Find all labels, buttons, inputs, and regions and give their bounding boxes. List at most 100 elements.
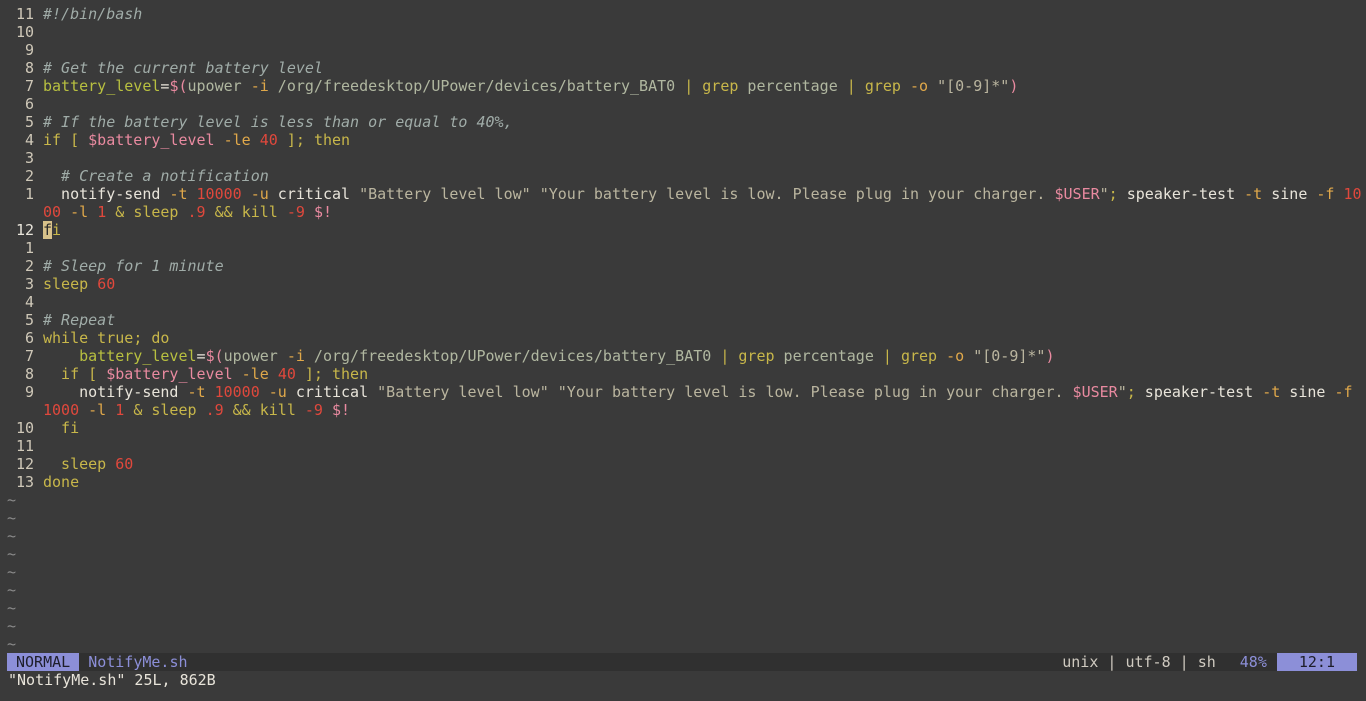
code-token: speaker-test xyxy=(1126,185,1245,203)
code-line[interactable]: 6 while true; do xyxy=(0,329,1366,347)
line-number: 10 xyxy=(15,419,34,437)
code-token: 1 xyxy=(115,401,125,419)
code-line[interactable]: 5 # If the battery level is less than or … xyxy=(0,113,1366,131)
code-token: -o xyxy=(909,77,929,95)
code-token: sleep xyxy=(133,203,179,221)
code-line[interactable]: 11 #!/bin/bash xyxy=(0,5,1366,23)
code-token: # If the battery level is less than or e… xyxy=(43,113,513,131)
code-token: -t xyxy=(1262,383,1281,401)
code-token: ) xyxy=(1045,347,1055,365)
code-token: battery_level xyxy=(43,77,161,95)
code-token: "[0-9]*" xyxy=(928,77,1010,95)
code-token: -f xyxy=(1316,185,1335,203)
code-token: .9 xyxy=(187,203,206,221)
code-token: -f xyxy=(1334,383,1353,401)
line-number: 2 xyxy=(24,257,34,275)
code-token: -9 xyxy=(286,203,305,221)
line-number: 2 xyxy=(24,167,34,185)
tilde-marker: ~ xyxy=(7,563,17,581)
line-number: 7 xyxy=(24,347,34,365)
code-token: do xyxy=(151,329,170,347)
empty-buffer-line: ~ xyxy=(0,635,1366,653)
code-line[interactable]: 12 fi xyxy=(0,221,1366,239)
code-token: -t xyxy=(169,185,188,203)
code-token: -l xyxy=(88,401,107,419)
code-line[interactable]: 10 fi xyxy=(0,419,1366,437)
code-token: 60 xyxy=(97,275,116,293)
tilde-marker: ~ xyxy=(7,527,17,545)
code-line[interactable]: 12 sleep 60 xyxy=(0,455,1366,473)
code-line[interactable]: 7 battery_level=$(upower -i /org/freedes… xyxy=(0,347,1366,365)
code-line[interactable]: 1 notify-send -t 10000 -u critical "Batt… xyxy=(0,185,1366,203)
status-line: NORMAL NotifyMe.sh unix | utf-8 | sh 48%… xyxy=(7,653,1357,671)
line-number: 1 xyxy=(24,185,34,203)
code-line[interactable]: 8 # Get the current battery level xyxy=(0,59,1366,77)
code-line[interactable]: 8 if [ $battery_level -le 40 ]; then xyxy=(0,365,1366,383)
status-right: unix | utf-8 | sh 48% 12:1 xyxy=(1062,653,1357,671)
code-line[interactable]: 3 sleep 60 xyxy=(0,275,1366,293)
code-line[interactable]: 1 xyxy=(0,239,1366,257)
code-token: # Create a notification xyxy=(43,167,269,185)
code-line[interactable]: 13 done xyxy=(0,473,1366,491)
code-token: && xyxy=(214,203,233,221)
code-token: = xyxy=(196,347,206,365)
command-line[interactable]: "NotifyMe.sh" 25L, 862B xyxy=(8,671,216,689)
code-token: "Your battery level is low. Please plug … xyxy=(539,185,1055,203)
code-token: grep xyxy=(702,77,739,95)
code-line[interactable]: 4 if [ $battery_level -le 40 ]; then xyxy=(0,131,1366,149)
code-line[interactable]: 9 xyxy=(0,41,1366,59)
code-line[interactable]: 3 xyxy=(0,149,1366,167)
code-token: ; xyxy=(1126,383,1145,401)
file-format-info: unix | utf-8 | sh xyxy=(1062,653,1216,671)
code-token: | xyxy=(684,77,694,95)
code-token: fi xyxy=(43,419,80,437)
code-token: then xyxy=(332,365,369,383)
code-token: #!/bin/bash xyxy=(43,5,143,23)
empty-buffer-line: ~ xyxy=(0,545,1366,563)
tilde-marker: ~ xyxy=(7,581,17,599)
line-number: 7 xyxy=(24,77,34,95)
empty-buffer-line: ~ xyxy=(0,563,1366,581)
code-line[interactable]: 10 xyxy=(0,23,1366,41)
code-token: percentage xyxy=(738,77,847,95)
code-token: $! xyxy=(313,203,332,221)
empty-buffer-line: ~ xyxy=(0,599,1366,617)
code-token: 10000 xyxy=(214,383,260,401)
code-line[interactable]: 7 battery_level=$(upower -i /org/freedesk… xyxy=(0,77,1366,95)
code-line[interactable]: 5 # Repeat xyxy=(0,311,1366,329)
code-line[interactable]: 2 # Create a notification xyxy=(0,167,1366,185)
code-token: $( xyxy=(205,347,224,365)
code-token: -o xyxy=(946,347,965,365)
code-token: sleep xyxy=(151,401,197,419)
code-line[interactable]: 2 # Sleep for 1 minute xyxy=(0,257,1366,275)
line-number: 6 xyxy=(24,95,34,113)
code-line[interactable]: 6 xyxy=(0,95,1366,113)
code-line[interactable]: 00 -l 1 & sleep .9 && kill -9 $! xyxy=(0,203,1366,221)
editor-buffer[interactable]: 11 #!/bin/bash 10 9 8 # Get the current batte… xyxy=(0,5,1366,653)
code-line[interactable]: 4 xyxy=(0,293,1366,311)
code-line[interactable]: 1000 -l 1 & sleep .9 && kill -9 $! xyxy=(0,401,1366,419)
code-line[interactable]: 11 xyxy=(0,437,1366,455)
code-line[interactable]: 9 notify-send -t 10000 -u critical "Batt… xyxy=(0,383,1366,401)
code-token: notify-send xyxy=(43,383,188,401)
line-number: 8 xyxy=(24,365,34,383)
empty-buffer-line: ~ xyxy=(0,527,1366,545)
code-token: | xyxy=(720,347,730,365)
code-token: -le xyxy=(214,131,260,149)
empty-buffer-line: ~ xyxy=(0,491,1366,509)
line-number: 6 xyxy=(24,329,34,347)
code-token: true xyxy=(88,329,134,347)
line-number: 4 xyxy=(24,293,34,311)
code-token: "Battery level low" xyxy=(359,185,531,203)
line-number: 13 xyxy=(15,473,34,491)
code-token: | xyxy=(846,77,856,95)
